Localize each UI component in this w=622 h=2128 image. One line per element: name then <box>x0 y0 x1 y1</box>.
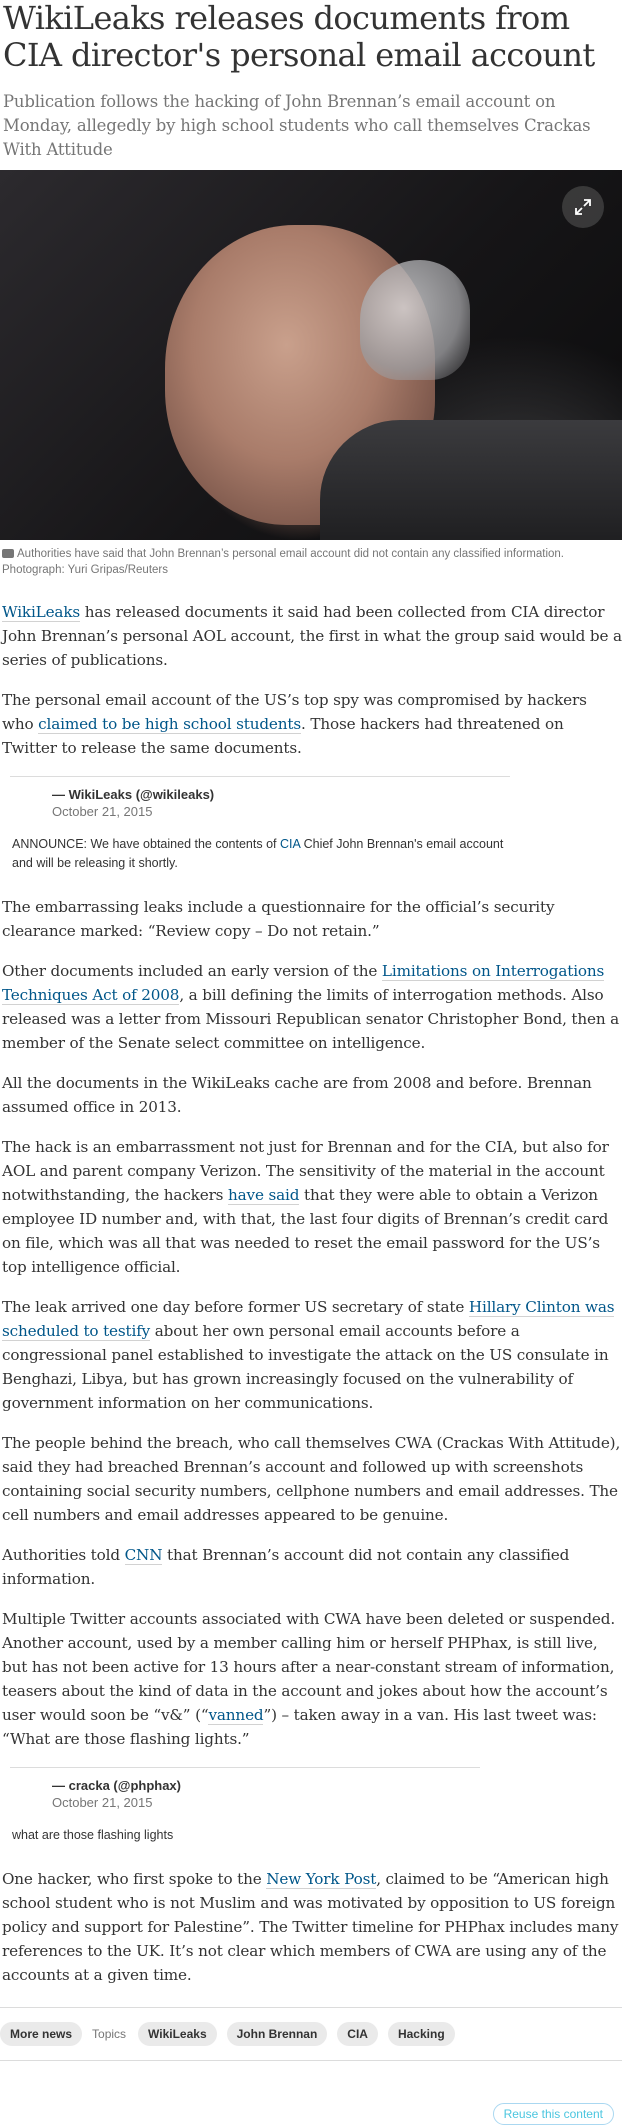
image-caption: Authorities have said that John Brennan’… <box>2 546 622 578</box>
wikileaks-link[interactable]: WikiLeaks <box>2 603 80 622</box>
article-main-image <box>0 170 622 540</box>
reuse-content-button[interactable]: Reuse this content <box>492 2103 614 2125</box>
portrait-suit <box>320 420 622 540</box>
topics-label: Topics <box>92 2027 127 2041</box>
new-york-post-link[interactable]: New York Post <box>266 1870 376 1889</box>
tweet-author[interactable]: — WikiLeaks (@wikileaks) <box>52 787 510 802</box>
more-news-button[interactable]: More news <box>0 2022 83 2046</box>
expand-icon <box>575 199 591 215</box>
article-standfirst: Publication follows the hacking of John … <box>3 92 591 159</box>
paragraph-9: Authorities told CNN that Brennan’s acco… <box>2 1546 570 1588</box>
paragraph-4: Other documents included an early versio… <box>2 962 620 1052</box>
high-school-students-link[interactable]: claimed to be high school students <box>38 715 301 734</box>
tweet-date[interactable]: October 21, 2015 <box>52 1795 480 1810</box>
portrait-hair <box>360 260 470 380</box>
tag-cia[interactable]: CIA <box>337 2022 378 2046</box>
paragraph-10: Multiple Twitter accounts associated wit… <box>2 1610 615 1748</box>
tweet-text: what are those flashing lights <box>12 1828 174 1842</box>
tag-hacking[interactable]: Hacking <box>387 2022 455 2046</box>
tweet-date[interactable]: October 21, 2015 <box>52 804 510 819</box>
expand-image-button[interactable] <box>562 186 604 228</box>
tweet-author[interactable]: — cracka (@phphax) <box>52 1778 480 1793</box>
topics-bar: More news Topics WikiLeaks John Brennan … <box>0 2007 622 2061</box>
vanned-link[interactable]: vanned <box>208 1706 264 1725</box>
paragraph-5: All the documents in the WikiLeaks cache… <box>2 1074 592 1116</box>
page: { "article": { "headline": "WikiLeaks re… <box>0 0 622 2128</box>
cnn-link[interactable]: CNN <box>124 1546 162 1565</box>
article-headline: WikiLeaks releases documents from CIA di… <box>3 0 595 74</box>
paragraph-3: The embarrassing leaks include a questio… <box>2 898 555 940</box>
embedded-tweet-phphax: — cracka (@phphax) October 21, 2015 what… <box>10 1767 480 1845</box>
paragraph-1: WikiLeaks has released documents it said… <box>2 603 622 669</box>
have-said-link[interactable]: have said <box>228 1186 299 1205</box>
paragraph-8: The people behind the breach, who call t… <box>2 1434 621 1524</box>
embedded-tweet-wikileaks: — WikiLeaks (@wikileaks) October 21, 201… <box>10 776 510 873</box>
paragraph-2: The personal email account of the US’s t… <box>2 691 587 757</box>
paragraph-7: The leak arrived one day before former U… <box>2 1298 615 1412</box>
caption-text: Authorities have said that John Brennan’… <box>2 548 565 576</box>
tag-john-brennan[interactable]: John Brennan <box>226 2022 328 2046</box>
cia-link[interactable]: CIA <box>280 837 300 851</box>
paragraph-11: One hacker, who first spoke to the New Y… <box>2 1870 619 1984</box>
camera-icon <box>2 549 14 558</box>
paragraph-6: The hack is an embarrassment not just fo… <box>2 1138 609 1276</box>
tweet-text: ANNOUNCE: We have obtained the contents … <box>12 837 504 870</box>
article-body: WikiLeaks has released documents it said… <box>0 600 622 1987</box>
tag-wikileaks[interactable]: WikiLeaks <box>138 2022 217 2046</box>
